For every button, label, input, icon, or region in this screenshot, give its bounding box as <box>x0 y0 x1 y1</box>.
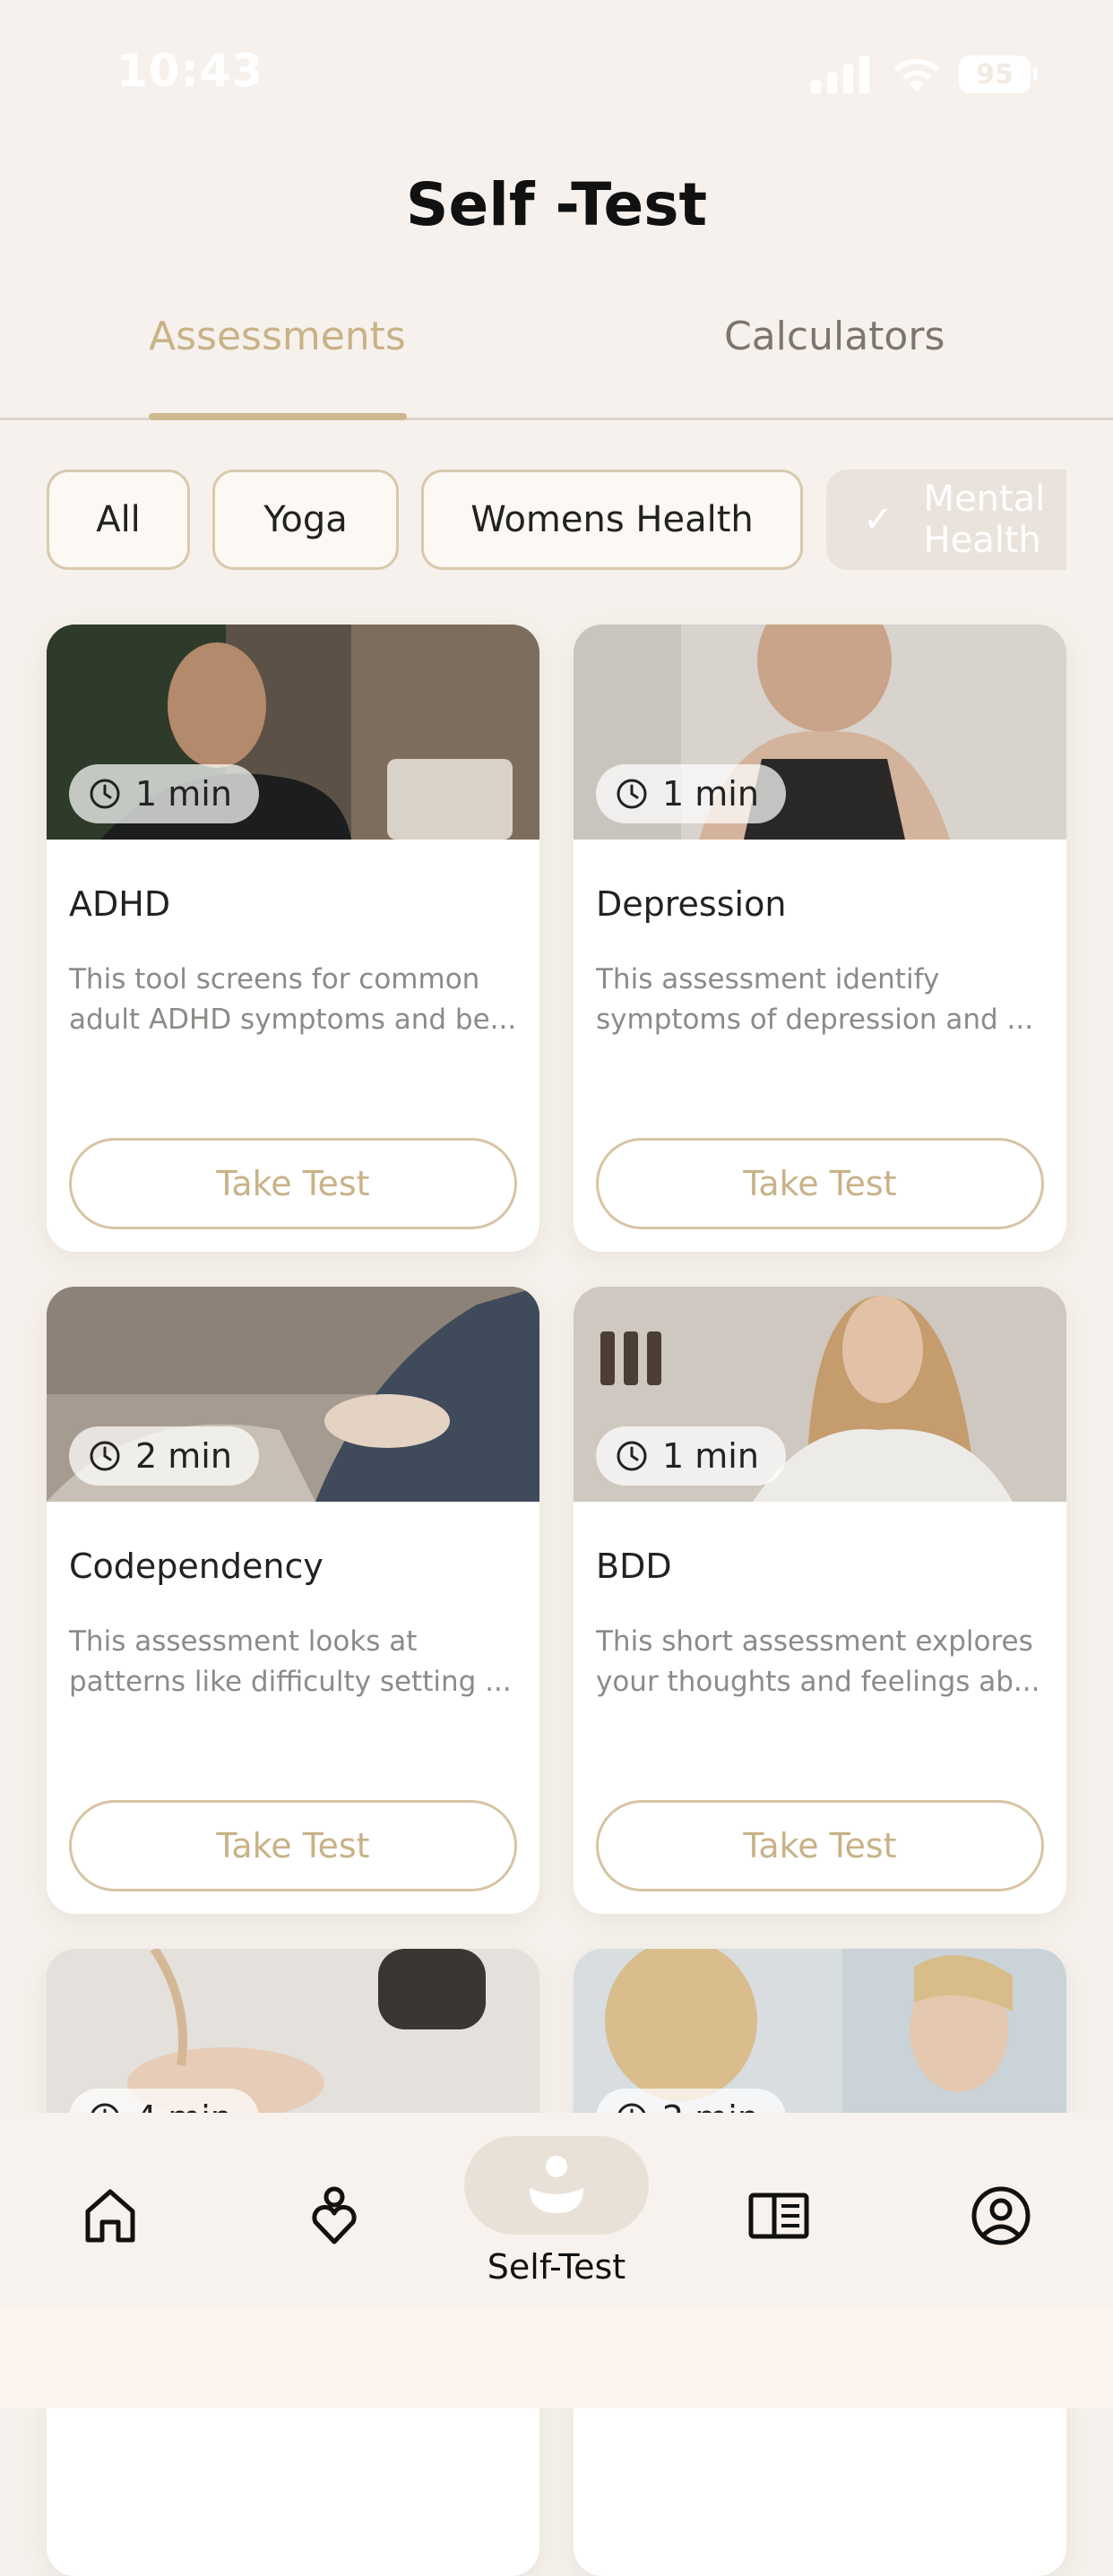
book-icon[interactable] <box>747 2184 810 2247</box>
card-description-line: This short assessment explores <box>596 1625 1033 1658</box>
clock-icon <box>90 1441 120 1471</box>
clock-icon <box>617 779 647 809</box>
filter-chip-all[interactable]: All <box>47 470 190 570</box>
clock-icon <box>617 1441 647 1471</box>
filter-chip-yoga[interactable]: Yoga <box>212 470 399 570</box>
assessment-card-codependency[interactable]: 2 min Codependency This assessment looks… <box>47 1287 539 1914</box>
card-description-line: your thoughts and feelings ab... <box>596 1666 1040 1698</box>
card-title: BDD <box>596 1546 672 1586</box>
filter-chip-label: Mental Health <box>923 478 1046 561</box>
self-test-tab-highlight[interactable] <box>464 2136 649 2235</box>
card-description-line: This assessment identify <box>596 963 940 995</box>
card-description-line: adult ADHD symptoms and be... <box>69 1004 517 1036</box>
duration-badge: 1 min <box>596 764 786 823</box>
card-description: This assessment identify symptoms of dep… <box>596 960 1044 1040</box>
tab-bar: Assessments Calculators <box>0 314 1113 420</box>
self-test-icon <box>530 2156 583 2213</box>
page-title: Self -Test <box>405 170 708 239</box>
take-test-button[interactable]: Take Test <box>596 1138 1044 1229</box>
take-test-button[interactable]: Take Test <box>69 1800 517 1891</box>
status-time: 10:43 <box>116 45 264 97</box>
self-test-label[interactable]: Self-Test <box>0 2247 1113 2287</box>
filter-chip-mental-health[interactable]: ✓ Mental Health <box>826 470 1066 570</box>
duration-text: 2 min <box>135 1436 232 1476</box>
card-description-line: patterns like difficulty setting ... <box>69 1666 512 1698</box>
card-description-line: This tool screens for common <box>69 963 480 995</box>
card-description: This assessment looks at patterns like d… <box>69 1622 517 1702</box>
duration-text: 1 min <box>135 774 232 814</box>
active-tab-indicator <box>149 413 407 420</box>
card-title: Codependency <box>69 1546 324 1586</box>
card-title: Depression <box>596 884 787 924</box>
check-icon: ✓ <box>863 499 893 540</box>
filter-chips: All Yoga Womens Health ✓ Mental Health <box>47 470 1066 575</box>
card-description-line: symptoms of depression and ... <box>596 1004 1034 1036</box>
home-icon[interactable] <box>79 2184 142 2247</box>
take-test-button[interactable]: Take Test <box>69 1138 517 1229</box>
heart-person-icon[interactable] <box>303 2184 366 2247</box>
assessment-card-adhd[interactable]: 1 min ADHD This tool screens for common … <box>47 625 539 1252</box>
status-bar: 10:43 95 <box>0 0 1113 143</box>
card-description-line: This assessment looks at <box>69 1625 418 1658</box>
home-indicator-area <box>0 2310 1113 2408</box>
duration-text: 1 min <box>662 1436 759 1476</box>
duration-text: 1 min <box>662 774 759 814</box>
clock-icon <box>90 779 120 809</box>
assessment-card-bdd[interactable]: 1 min BDD This short assessment explores… <box>574 1287 1066 1914</box>
battery-indicator: 95 <box>959 56 1038 93</box>
card-description: This short assessment explores your thou… <box>596 1622 1044 1702</box>
assessment-card-depression[interactable]: 1 min Depression This assessment identif… <box>574 625 1066 1252</box>
filter-chip-womens-health[interactable]: Womens Health <box>421 470 803 570</box>
profile-icon[interactable] <box>970 2184 1032 2247</box>
cellular-signal-icon <box>811 56 869 93</box>
wifi-icon <box>894 58 939 91</box>
duration-badge: 2 min <box>69 1426 259 1486</box>
card-description: This tool screens for common adult ADHD … <box>69 960 517 1040</box>
bottom-navigation: Self-Test <box>0 2113 1113 2310</box>
take-test-button[interactable]: Take Test <box>596 1800 1044 1891</box>
tab-assessments[interactable]: Assessments <box>149 314 406 359</box>
card-title: ADHD <box>69 884 171 924</box>
duration-badge: 1 min <box>69 764 259 823</box>
tab-calculators[interactable]: Calculators <box>724 314 945 359</box>
duration-badge: 1 min <box>596 1426 786 1486</box>
